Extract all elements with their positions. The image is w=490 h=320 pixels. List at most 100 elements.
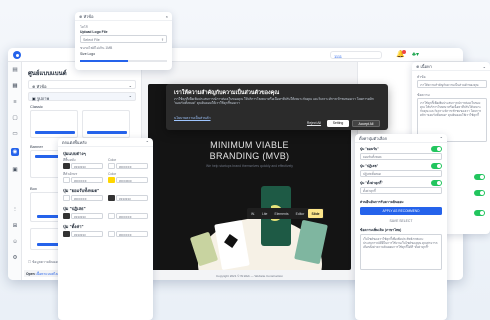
upload-file-field[interactable]: Select File ⇪ [80, 35, 167, 43]
reject-all-button[interactable]: Reject All [304, 120, 324, 127]
chevron-down-icon[interactable]: ⌄ [483, 64, 486, 69]
group3b-value[interactable]: #FFFFFF [116, 231, 148, 237]
group-accept-label: ปุ่ม "ยอมรับทั้งหมด" [63, 188, 100, 193]
option-buttons-card: ตั้งค่าปุ่มตัวเลือก ⌃ ปุ่ม "ยอมรับ" ยอมร… [355, 134, 447, 320]
row2-left-value[interactable]: #FFFFFF [71, 177, 103, 183]
content-field1-label: หัวข้อ [417, 75, 426, 79]
size-logo-label: Size Logo [80, 52, 96, 56]
group1-swatch[interactable] [63, 195, 70, 201]
rail-layers-icon[interactable]: ▤ [11, 66, 19, 74]
chevron-up-icon[interactable]: ⌃ [146, 140, 149, 145]
size-slider-fill [80, 60, 128, 62]
left-rail: ▤ ▦ ≡ ▢ ▭ ◉ ▣ ⫶ ⊞ ☺ ⚙ [8, 62, 22, 280]
template-classic[interactable] [30, 110, 78, 138]
group1b-value[interactable]: #333333 [116, 195, 148, 201]
footer-open-label: Open [26, 271, 35, 276]
footer-link[interactable]: เนื้อหาแบบสไลด์ [36, 272, 60, 276]
row2-left-swatch[interactable] [63, 177, 70, 183]
rail-cookie-icon[interactable]: ◉ [11, 148, 19, 156]
cookie-banner-title: เราให้ความสำคัญกับความเป็นส่วนตัวของคุณ [174, 90, 280, 96]
left-panel-title: ศูนย์แบบแบนด์ [28, 71, 67, 77]
rail-page-icon[interactable]: ▢ [11, 114, 19, 122]
close-icon[interactable]: × [166, 14, 168, 19]
row2-right-value[interactable]: #FFD600 [116, 177, 148, 183]
settings-card-title: ตกแต่งพื้นหลัง [62, 139, 87, 145]
extra-text-label: ข้อความเพิ่มเติม (ภาษาไทย) [360, 228, 402, 232]
avatar-icon[interactable]: ♣▾ [412, 51, 422, 59]
apply-recommend-button[interactable]: APPLY AS RECOMMEND [360, 207, 442, 215]
rail-table-icon[interactable]: ⊞ [11, 222, 19, 230]
row2-right-swatch[interactable] [108, 177, 115, 183]
cookie-banner: เราให้ความสำคัญกับความเป็นส่วนตัวของคุณ … [166, 84, 388, 130]
accept-all-button[interactable]: Accept All [352, 120, 380, 127]
chevron-up-icon[interactable]: ⌃ [440, 136, 443, 141]
group3-value[interactable]: #333333 [71, 231, 103, 237]
content-toggle-2[interactable] [474, 190, 485, 196]
group3-swatch[interactable] [63, 231, 70, 237]
mode-elements[interactable]: Elements [271, 209, 291, 218]
toggle-settings[interactable] [431, 180, 442, 186]
content-toggle-3[interactable] [474, 210, 485, 216]
size-slider-track[interactable] [80, 60, 167, 62]
row1-left-value[interactable]: #333333 [71, 163, 103, 169]
headline-line-2: BRANDING (MVB) [209, 151, 290, 161]
toggle-reject[interactable] [431, 163, 442, 169]
row1-right-label: Color [108, 158, 117, 162]
settings-card-header: ตกแต่งพื้นหลัง ⌃ [58, 138, 153, 147]
mode-editor[interactable]: Editor [293, 209, 308, 218]
row1-left-swatch[interactable] [63, 163, 70, 169]
mode-slide[interactable]: Slide [308, 209, 323, 218]
rail-grid-icon[interactable]: ▦ [11, 82, 19, 90]
section-image[interactable]: ▣ รูปภาพ ⌃ [28, 92, 136, 101]
template-classic-alt[interactable] [82, 110, 130, 138]
privacy-policy-link[interactable]: นโยบายความเป็นส่วนตัว [174, 116, 211, 120]
rail-chart-icon[interactable]: ⫶ [11, 206, 19, 214]
toggle3-input[interactable]: ตั้งค่าคุกกี้ [360, 187, 442, 194]
toggle2-input[interactable]: ปฏิเสธทั้งหมด [360, 170, 442, 177]
rail-box-icon[interactable]: ▣ [11, 166, 19, 174]
bottom-item-label: ข้อมูลความยินยอม [31, 260, 60, 264]
headline-subtext: We help startups brand themselves quickl… [206, 164, 293, 168]
rail-list-icon[interactable]: ≡ [11, 98, 19, 106]
section-heading[interactable]: ⊕ หัวข้อ ⌄ [28, 80, 136, 89]
group1b-swatch[interactable] [108, 195, 115, 201]
section-image-label: รูปภาพ [36, 96, 50, 101]
content-toggle-1[interactable] [474, 174, 485, 180]
upload-card-header: ⊕ หัวข้อ × [75, 12, 172, 21]
upload-icon[interactable]: ⇪ [161, 38, 164, 42]
row1-right-swatch[interactable] [108, 163, 115, 169]
mode-lite[interactable]: Lite [259, 209, 270, 218]
logo-icon[interactable] [13, 51, 21, 59]
toggle1-label: ปุ่ม "ยอมรับ" [360, 147, 379, 151]
group2b-value[interactable]: #FFFFFF [116, 213, 148, 219]
toggle-accept[interactable] [431, 146, 442, 152]
thumb-label-banner: Banner [30, 144, 43, 149]
upload-section-label: โลโก้ [80, 25, 88, 29]
extra-text-textarea[interactable]: เว็บไซต์ของเราใช้คุกกี้เพื่อเพิ่มประสิทธ… [360, 234, 442, 270]
toggle3-label: ปุ่ม "ตั้งค่าคุกกี้" [360, 181, 383, 185]
row2-left-label: สีตัวอักษร [63, 172, 78, 176]
group-reject-label: ปุ่ม "ปฏิเสธ" [63, 206, 86, 211]
options-card-title: ตั้งค่าปุ่มตัวเลือก [359, 135, 388, 141]
group3b-swatch[interactable] [108, 231, 115, 237]
row1-right-value[interactable]: #FFFFFF [116, 163, 148, 169]
upload-field-label: Upload Logo File [80, 30, 108, 34]
rail-users-icon[interactable]: ☺ [11, 238, 19, 246]
mode-brand[interactable]: W. [248, 209, 258, 218]
confirm-section-label: ส่วนยืนยันการรับความยินยอม [360, 200, 404, 204]
content-title-input[interactable]: เราให้ความสำคัญกับความเป็นส่วนตัวของคุณ [417, 80, 487, 88]
toggle1-input[interactable]: ยอมรับทั้งหมด [360, 153, 442, 160]
rail-settings-icon[interactable]: ⚙ [11, 254, 19, 262]
toggle2-label: ปุ่ม "ปฏิเสธ" [360, 164, 379, 168]
group2b-swatch[interactable] [108, 213, 115, 219]
setting-button[interactable]: Setting [327, 120, 349, 127]
row1-left-label: สีพื้นหลัง [63, 158, 76, 162]
headline-line-1: MINIMUM VIABLE [210, 140, 289, 150]
group2-value[interactable]: #333333 [71, 213, 103, 219]
group1-value[interactable]: #FFFFFF [71, 195, 103, 201]
save-select-link[interactable]: SAVE SELECT [360, 219, 442, 223]
url-pill[interactable]: 1111 [330, 51, 382, 59]
rail-doc-icon[interactable]: ▭ [11, 130, 19, 138]
row2-right-label: Color [108, 172, 117, 176]
group2-swatch[interactable] [63, 213, 70, 219]
